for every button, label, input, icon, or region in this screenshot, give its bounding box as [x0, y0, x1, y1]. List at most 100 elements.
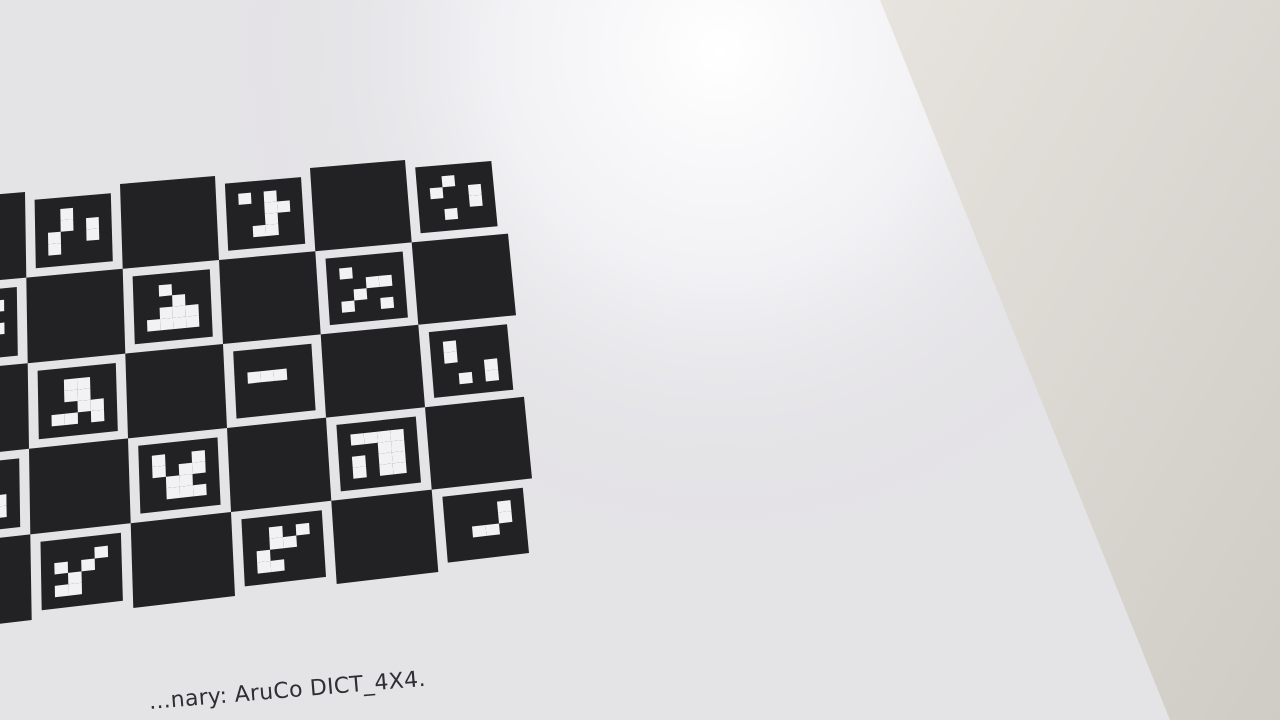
marker-bit [483, 358, 499, 371]
marker-bit [68, 582, 82, 596]
marker-bit [60, 207, 74, 221]
marker-bit [165, 475, 180, 489]
board-square [425, 396, 532, 490]
marker-bit [380, 296, 395, 309]
board-square [120, 176, 219, 269]
aruco-marker [415, 161, 498, 234]
marker-bit [172, 316, 187, 330]
marker-bit [152, 465, 166, 479]
marker-bit [77, 377, 91, 390]
marker-bit [295, 522, 310, 536]
marker-bit [485, 523, 500, 536]
marker-bit [365, 275, 380, 289]
marker-bit [238, 192, 252, 205]
marker-bit [192, 461, 206, 474]
marker-bit [498, 511, 513, 524]
marker-bit [472, 525, 487, 538]
marker-bit [77, 388, 91, 401]
marker-bit [391, 450, 406, 464]
marker-bit [458, 371, 473, 385]
marker-bit [257, 560, 272, 574]
board-square [0, 192, 27, 281]
marker-bit [392, 461, 407, 475]
marker-bit [0, 494, 7, 507]
marker-bit [468, 194, 483, 207]
marker-bit [429, 187, 444, 200]
marker-bit [353, 288, 368, 301]
marker-bit [86, 228, 100, 241]
marker-bit [90, 398, 104, 411]
marker-bit [64, 412, 78, 426]
marker-bit [0, 505, 7, 518]
marker-bit [166, 486, 181, 500]
marker-bit [172, 305, 186, 318]
marker-bit [484, 369, 500, 382]
marker-bit [273, 368, 288, 381]
marker-bit [256, 549, 271, 563]
board-square [0, 363, 29, 452]
marker-bit [81, 558, 95, 572]
marker-bit [391, 439, 406, 453]
aruco-marker [233, 343, 316, 419]
marker-bit [247, 371, 262, 384]
aruco-marker [428, 324, 514, 398]
marker-bit [68, 571, 82, 585]
marker-bit [260, 369, 275, 383]
board-square [227, 417, 332, 512]
marker-bit [282, 535, 297, 549]
marker-bit [252, 224, 267, 238]
marker-bit [378, 274, 393, 287]
marker-bit [467, 183, 482, 196]
marker-bit [378, 452, 393, 465]
marker-bit [48, 243, 62, 256]
marker-bit [179, 485, 194, 498]
marker-bit [376, 430, 391, 443]
aruco-marker [40, 532, 123, 611]
marker-bit [48, 231, 61, 245]
marker-bit [54, 584, 69, 598]
aruco-marker [241, 510, 326, 587]
marker-bit [363, 431, 378, 445]
board-square [130, 512, 235, 608]
board-square [29, 438, 131, 535]
marker-bit [264, 201, 278, 214]
marker-bit [350, 433, 365, 446]
aruco-marker [325, 251, 408, 326]
marker-bit [443, 351, 458, 364]
marker-bit [339, 267, 353, 280]
marker-bit [178, 462, 193, 476]
marker-bit [264, 212, 279, 225]
photo-scene [0, 0, 1280, 720]
marker-bit [86, 217, 99, 230]
marker-bit [64, 389, 78, 403]
board-square [320, 324, 425, 418]
marker-bit [276, 200, 291, 213]
marker-bit [390, 428, 405, 442]
board-square [26, 268, 126, 364]
marker-bit [377, 441, 392, 454]
marker-bit [352, 466, 367, 479]
marker-bit [270, 559, 285, 573]
marker-bit [185, 315, 200, 328]
marker-bit [60, 219, 74, 232]
marker-bit [192, 483, 207, 497]
marker-bit [263, 190, 277, 203]
marker-bit [159, 306, 173, 320]
marker-bit [90, 409, 105, 423]
marker-bit [179, 474, 193, 487]
board-square [0, 534, 32, 624]
board-square [219, 251, 321, 344]
board-square [125, 344, 227, 439]
marker-bit [442, 340, 457, 353]
marker-bit [265, 223, 279, 237]
marker-bit [151, 454, 166, 467]
marker-bit [185, 304, 199, 317]
marker-bit [160, 317, 174, 331]
marker-bit [341, 300, 356, 313]
marker-bit [63, 378, 78, 391]
board-square [310, 160, 412, 252]
board-square [411, 233, 516, 325]
marker-bit [0, 299, 5, 312]
marker-bit [191, 450, 206, 463]
marker-bit [497, 500, 512, 513]
